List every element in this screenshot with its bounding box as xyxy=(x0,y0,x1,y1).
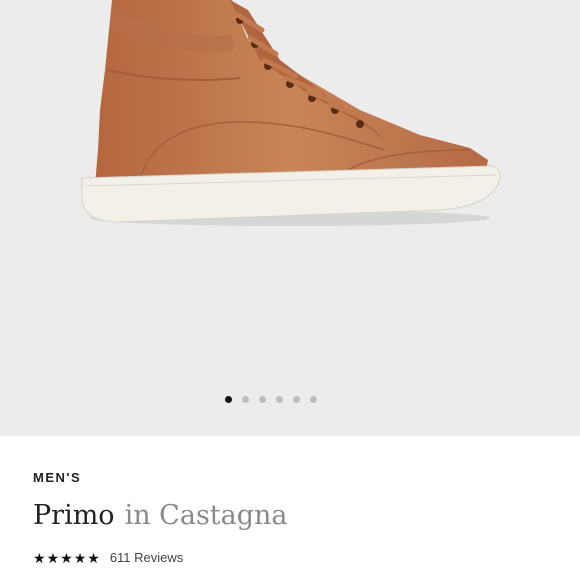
reviews-link[interactable]: 611 Reviews xyxy=(110,550,183,565)
star-icon: ★ xyxy=(87,549,100,566)
carousel-dot[interactable] xyxy=(293,396,300,403)
star-icon: ★ xyxy=(33,549,46,566)
carousel-dot[interactable] xyxy=(276,396,283,403)
star-icon: ★ xyxy=(73,549,87,566)
carousel-dot[interactable] xyxy=(242,396,249,403)
carousel-pagination xyxy=(0,396,561,403)
product-color: in Castagna xyxy=(124,500,288,531)
star-rating: ★ ★ ★ ★ ★ xyxy=(33,551,100,565)
product-title: Primo in Castagna xyxy=(33,500,288,531)
product-category: MEN'S xyxy=(33,470,82,485)
product-image xyxy=(81,0,501,226)
carousel-dot[interactable] xyxy=(259,396,266,403)
product-name: Primo xyxy=(33,500,115,531)
star-icon: ★ xyxy=(46,549,60,566)
carousel-dot[interactable] xyxy=(310,396,317,403)
star-icon: ★ xyxy=(60,549,73,566)
carousel-dot[interactable] xyxy=(225,396,232,403)
product-rating[interactable]: ★ ★ ★ ★ ★ 611 Reviews xyxy=(33,550,183,565)
product-image-carousel[interactable] xyxy=(0,0,580,436)
